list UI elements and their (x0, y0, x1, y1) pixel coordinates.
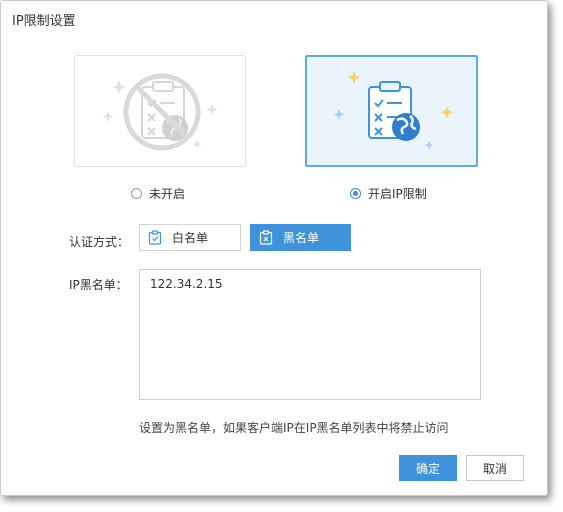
confirm-button[interactable]: 确定 (399, 455, 457, 481)
ip-restriction-dialog: IP限制设置 未开启 开启IP限制 认证方式： 白名单 黑名单 IP黑名单： 1… (0, 0, 548, 496)
option-card-enabled[interactable] (305, 55, 478, 167)
option-card-disabled[interactable] (74, 55, 246, 167)
dialog-title: IP限制设置 (12, 14, 76, 29)
blacklist-label: 黑名单 (283, 231, 320, 245)
clipboard-check-icon (148, 230, 162, 245)
whitelist-button[interactable]: 白名单 (139, 224, 241, 251)
radio-button-checked[interactable] (350, 188, 361, 199)
cancel-button[interactable]: 取消 (466, 455, 524, 481)
radio-label: 开启IP限制 (368, 187, 427, 201)
ip-blacklist-textarea[interactable]: 122.34.2.15 (139, 269, 481, 400)
ip-blacklist-label: IP黑名单： (69, 278, 128, 292)
blacklist-hint: 设置为黑名单，如果客户端IP在IP黑名单列表中将禁止访问 (139, 421, 449, 435)
radio-option-enabled[interactable]: 开启IP限制 (350, 185, 427, 202)
blacklist-button[interactable]: 黑名单 (250, 224, 351, 251)
radio-label: 未开启 (149, 187, 186, 201)
radio-button[interactable] (131, 188, 142, 199)
whitelist-label: 白名单 (172, 231, 209, 245)
clipboard-x-icon (259, 230, 273, 245)
auth-method-label: 认证方式： (69, 235, 130, 249)
clipboard-globe-icon (333, 71, 454, 150)
radio-option-disabled[interactable]: 未开启 (131, 185, 185, 202)
disabled-clipboard-globe-icon (102, 73, 218, 151)
